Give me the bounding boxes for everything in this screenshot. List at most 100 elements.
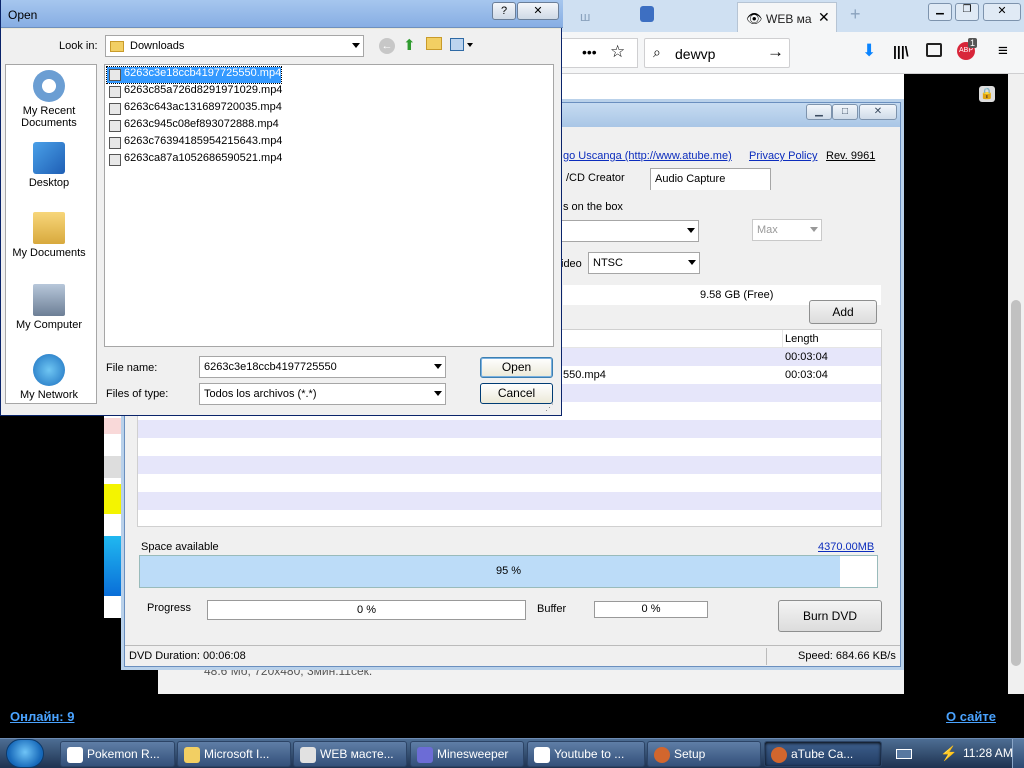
list-item[interactable]: 6263c3e18ccb4197725550.mp4 — [105, 66, 283, 84]
taskbar-item-setup[interactable]: Setup — [647, 741, 761, 767]
plus-app-icon — [67, 747, 83, 763]
sidebar-icon[interactable] — [926, 43, 942, 57]
burn-dvd-button[interactable]: Burn DVD — [778, 600, 882, 632]
show-desktop-button[interactable] — [1012, 739, 1024, 768]
search-bar[interactable]: ⌕ dewvp → — [644, 38, 790, 68]
space-available-value[interactable]: 4370.00MB — [818, 541, 874, 553]
up-folder-icon[interactable]: ⬆ — [403, 36, 416, 54]
files-of-type-value: Todos los archivos (*.*) — [204, 388, 317, 400]
tab-audio-capture[interactable]: Audio Capture — [650, 168, 771, 190]
scrollbar-thumb[interactable] — [1011, 300, 1021, 666]
taskbar-item-firefox[interactable]: WEB масте... — [293, 741, 407, 767]
library-icon[interactable]: |||\ — [893, 43, 909, 59]
search-input[interactable]: dewvp — [675, 46, 715, 62]
search-icon: ⌕ — [653, 44, 661, 60]
list-item[interactable]: 6263c85a726d8291971029.mp4 — [107, 84, 282, 100]
browser-minimize-icon[interactable]: ▁ — [928, 3, 952, 21]
browser-tab-active[interactable]: 👁 WEB ма ✕ — [737, 2, 837, 32]
max-select[interactable]: Max — [752, 219, 822, 241]
status-bar: DVD Duration: 00:06:08 Speed: 684.66 KB/… — [125, 645, 900, 666]
place-my-documents[interactable]: My Documents — [7, 212, 91, 259]
atube-minimize-icon[interactable]: ▁ — [806, 104, 832, 120]
open-button[interactable]: Open — [480, 357, 553, 378]
place-my-network[interactable]: My Network — [7, 354, 91, 401]
keyboard-icon[interactable] — [896, 749, 912, 759]
folder-icon — [184, 747, 200, 763]
browser-close-icon[interactable]: ✕ — [983, 3, 1021, 21]
space-available-bar: 95 % — [139, 555, 878, 588]
new-tab-icon[interactable]: + — [850, 4, 861, 25]
shield-tab-icon[interactable] — [640, 6, 654, 22]
max-value: Max — [757, 224, 778, 236]
taskbar-item-explorer[interactable]: Microsoft I... — [177, 741, 291, 767]
open-file-dialog: Open ? ✕ Look in: Downloads ← ⬆ My Recen… — [0, 0, 563, 416]
space-percent-text: 95 % — [495, 565, 522, 577]
view-menu-icon[interactable] — [450, 38, 464, 51]
file-name-field[interactable]: 6263c3e18ccb4197725550 — [199, 356, 446, 378]
tab-close-icon[interactable]: ✕ — [818, 9, 830, 26]
desktop-icon — [33, 142, 65, 174]
space-available-label: Space available — [141, 541, 219, 553]
box-text-select[interactable] — [559, 220, 699, 242]
look-in-value: Downloads — [130, 40, 185, 52]
menu-icon[interactable]: ≡ — [998, 41, 1008, 61]
download-icon[interactable]: ⬇ — [862, 41, 876, 61]
bookmark-star-icon[interactable]: ☆ — [610, 42, 625, 62]
back-icon[interactable]: ← — [379, 38, 395, 54]
length-column-header[interactable]: Length — [785, 333, 819, 345]
list-item[interactable]: 6263c945c08ef893072888.mp4 — [107, 118, 279, 134]
help-icon[interactable]: ? — [492, 2, 516, 20]
search-go-icon[interactable]: → — [767, 42, 784, 62]
new-folder-icon[interactable] — [426, 37, 442, 50]
taskbar-item-atube[interactable]: aTube Ca... — [764, 741, 882, 767]
start-button[interactable] — [6, 739, 44, 768]
dialog-close-icon[interactable]: ✕ — [517, 2, 559, 20]
place-my-recent-documents[interactable]: My Recent Documents — [7, 70, 91, 129]
taskbar-item-pokemon[interactable]: Pokemon R... — [60, 741, 175, 767]
url-bar-tail[interactable]: ••• ☆ — [562, 38, 638, 68]
taskbar-item-youtube[interactable]: Youtube to ... — [527, 741, 645, 767]
tab-dvd-creator[interactable]: /CD Creator — [562, 168, 650, 190]
look-in-select[interactable]: Downloads — [105, 35, 364, 57]
browser-tab-faded[interactable]: ш — [580, 9, 590, 24]
cancel-button[interactable]: Cancel — [480, 383, 553, 404]
atube-maximize-icon[interactable]: □ — [832, 104, 858, 120]
atube-icon — [771, 747, 787, 763]
atube-close-icon[interactable]: ✕ — [859, 104, 897, 120]
list-item[interactable]: 6263ca87a1052686590521.mp4 — [107, 152, 282, 168]
page-scrollbar[interactable] — [1008, 74, 1024, 694]
clock[interactable]: 11:28 AM — [963, 746, 1013, 760]
thumb-icon[interactable] — [104, 456, 124, 478]
page-actions-icon[interactable]: ••• — [582, 44, 597, 60]
dialog-titlebar[interactable]: Open ? ✕ — [1, 0, 563, 28]
place-my-computer[interactable]: My Computer — [7, 284, 91, 331]
thumb-yellow[interactable] — [104, 484, 124, 514]
video-standard-select[interactable]: NTSC — [588, 252, 700, 274]
credit-link[interactable]: go Uscanga (http://www.atube.me) — [563, 150, 732, 162]
my-documents-icon — [33, 212, 65, 244]
chevron-down-icon — [810, 227, 818, 232]
taskbar-item-minesweeper[interactable]: Minesweeper — [410, 741, 524, 767]
resize-grip-icon[interactable]: ⋰ — [545, 402, 554, 413]
video-file-icon — [109, 137, 121, 149]
about-link[interactable]: О сайте — [946, 709, 996, 724]
chevron-down-icon — [434, 391, 442, 396]
site-footer: Онлайн: 9 О сайте — [0, 694, 1024, 738]
list-item[interactable]: 6263c76394185954215643.mp4 — [107, 135, 282, 151]
row-length: 00:03:04 — [785, 369, 828, 381]
video-file-icon — [109, 120, 121, 132]
place-desktop[interactable]: Desktop — [7, 142, 91, 189]
video-standard-label: ideo — [561, 258, 582, 270]
chevron-down-icon — [688, 260, 696, 265]
progress-bar: 0 % — [207, 600, 526, 620]
video-file-icon — [109, 103, 121, 115]
list-item[interactable]: 6263c643ac131689720035.mp4 — [107, 101, 282, 117]
network-icon[interactable]: ⚡ — [940, 745, 957, 762]
files-of-type-select[interactable]: Todos los archivos (*.*) — [199, 383, 446, 405]
browser-restore-icon[interactable]: ❐ — [955, 3, 979, 21]
online-count-link[interactable]: Онлайн: 9 — [10, 709, 74, 724]
rev-link[interactable]: Rev. 9961 — [826, 150, 875, 162]
add-button[interactable]: Add — [809, 300, 877, 324]
privacy-link[interactable]: Privacy Policy — [749, 150, 817, 162]
thumb-blue[interactable] — [104, 536, 124, 596]
